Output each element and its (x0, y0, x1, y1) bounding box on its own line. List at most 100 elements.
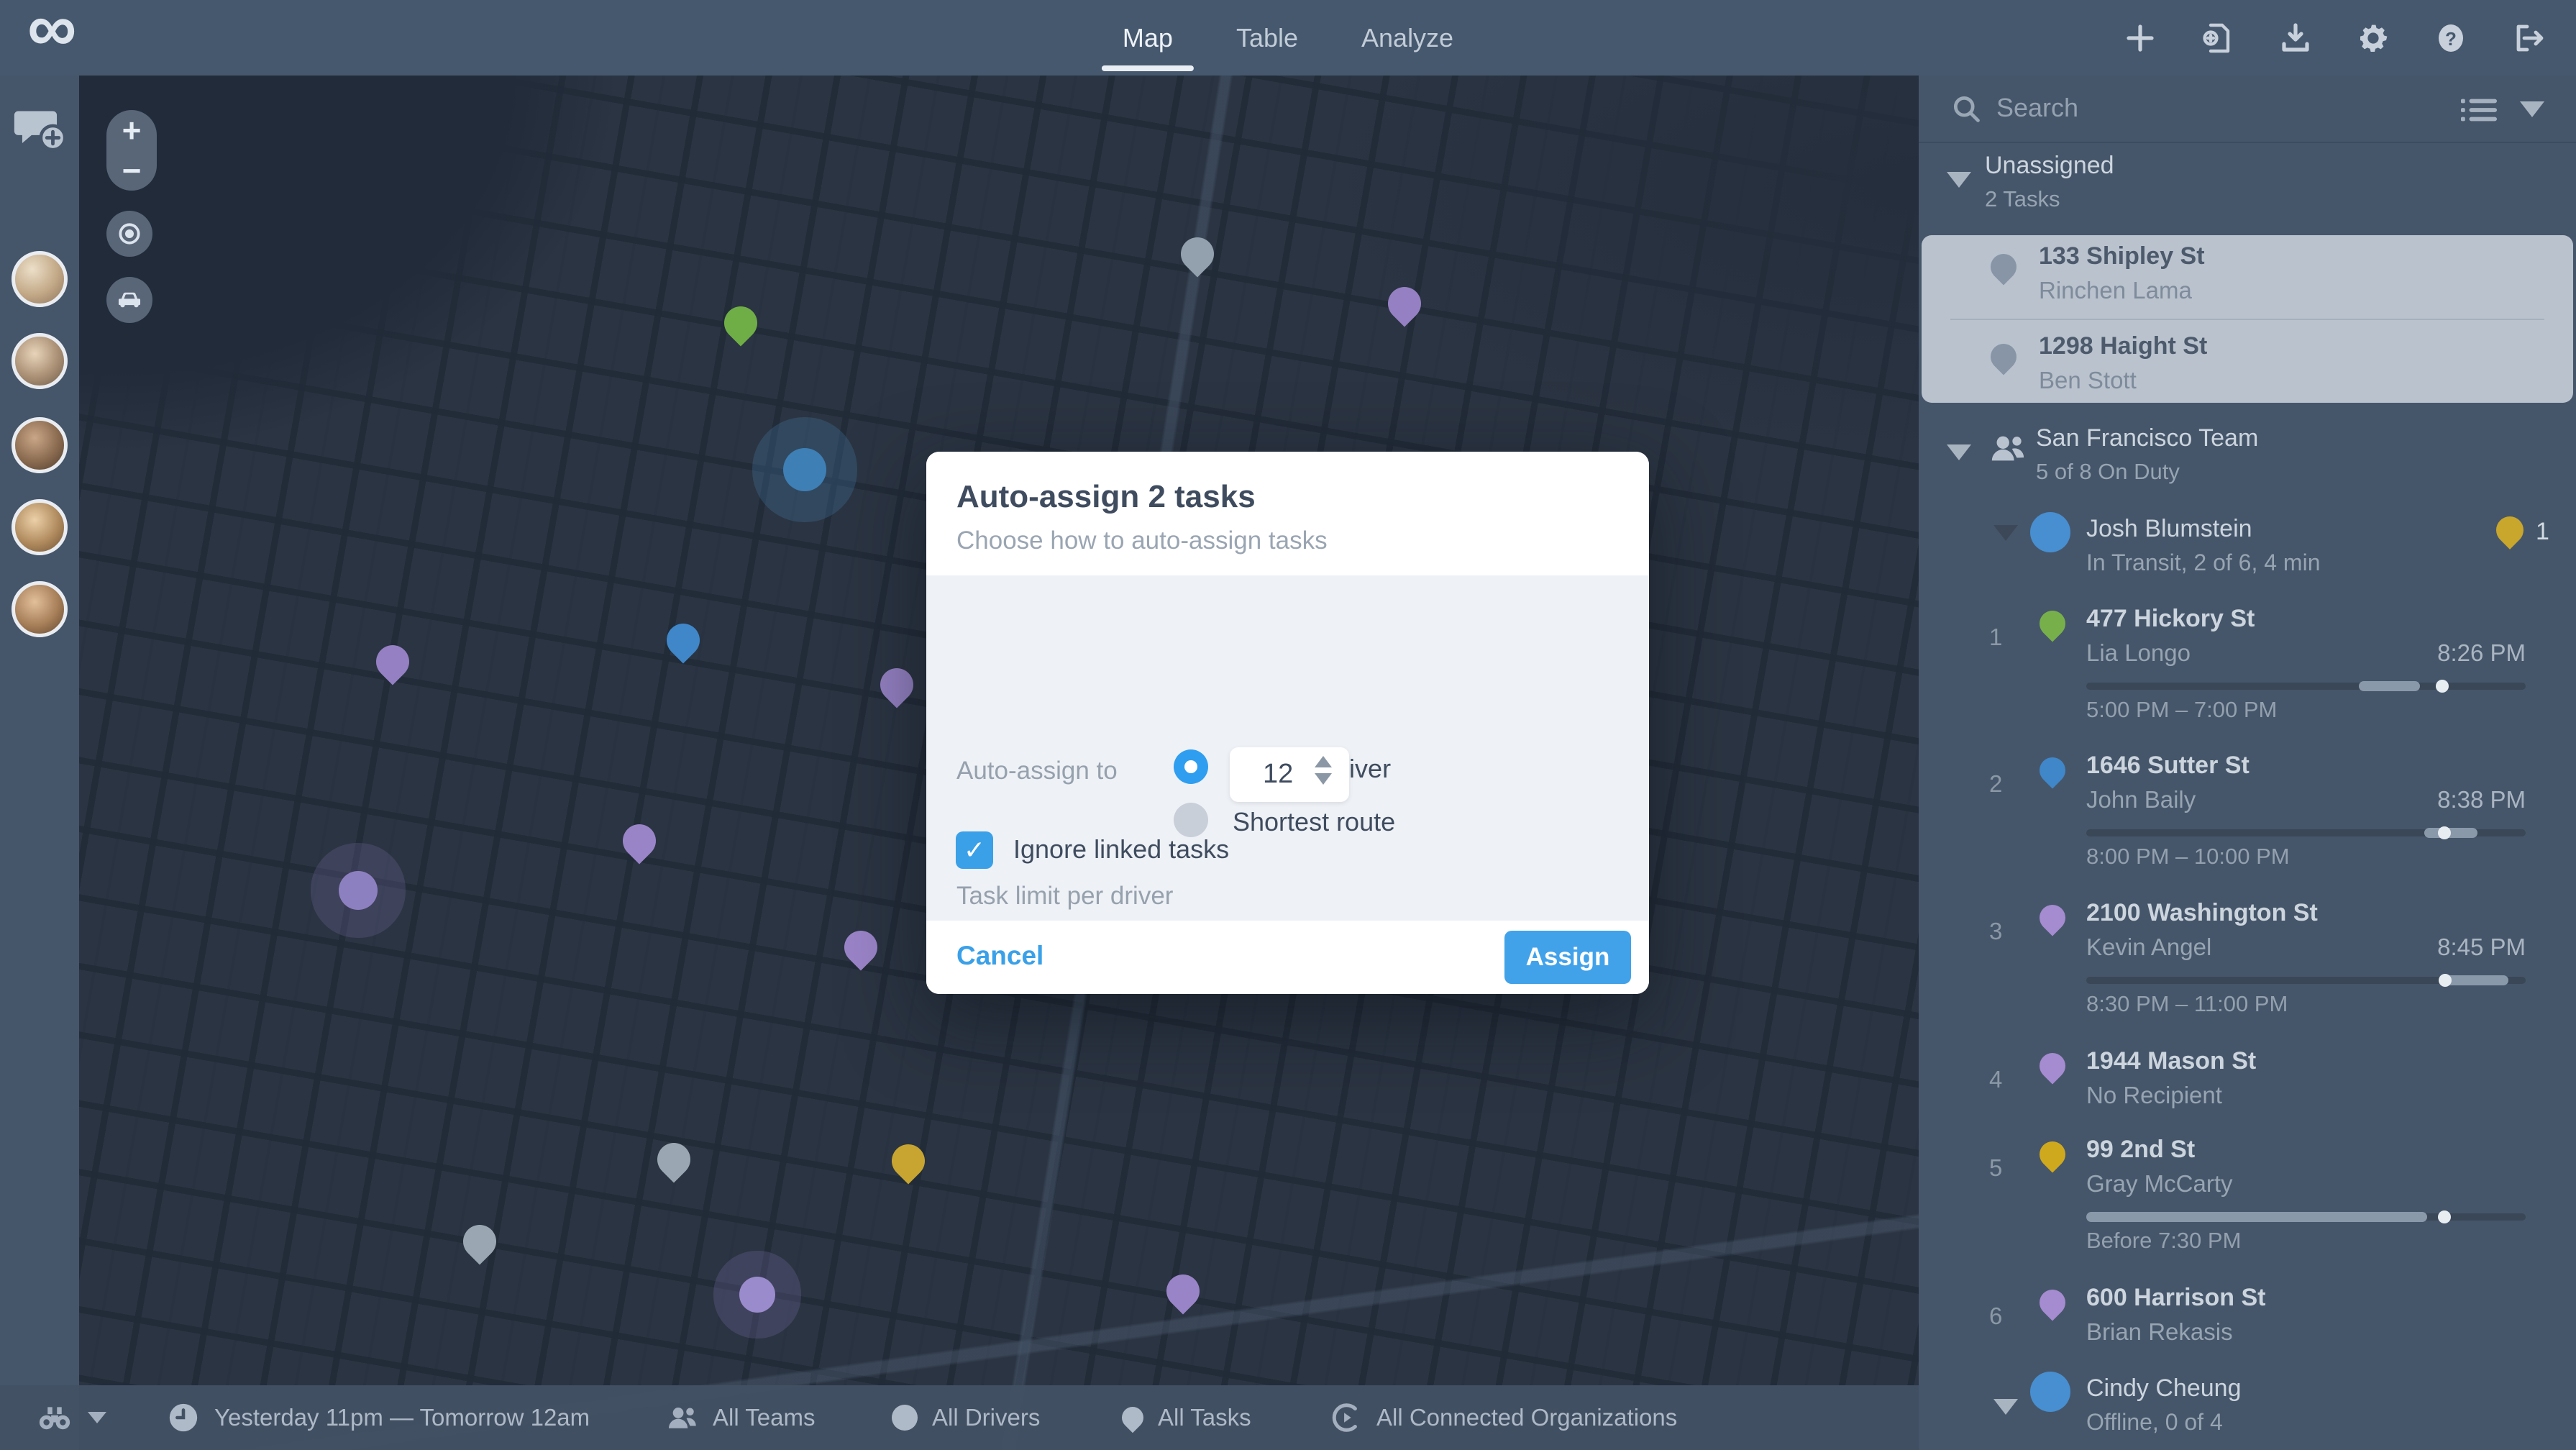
map-task-pin[interactable] (1174, 230, 1221, 278)
vehicle-button[interactable] (106, 277, 152, 323)
task-address[interactable]: 1646 Sutter St (2086, 752, 2250, 780)
ignore-linked-tasks-checkbox[interactable]: ✓ (956, 831, 993, 869)
task-limit-input[interactable]: 12 (1230, 747, 1349, 802)
task-address[interactable]: 1298 Haight St (2039, 332, 2207, 360)
map-task-pin[interactable] (1159, 1267, 1207, 1315)
map-task-pin[interactable] (837, 924, 885, 971)
task-address[interactable]: 2100 Washington St (2086, 899, 2318, 927)
ignore-linked-tasks-label[interactable]: Ignore linked tasks (1013, 834, 1229, 865)
task-pin-icon (2034, 1284, 2071, 1321)
unassigned-collapse-icon[interactable] (1947, 172, 1971, 188)
task-address[interactable]: 133 Shipley St (2039, 242, 2205, 270)
tab-analyze[interactable]: Analyze (1361, 0, 1453, 76)
task-pin-icon (2034, 1047, 2071, 1085)
team-name[interactable]: San Francisco Team (2036, 424, 2258, 452)
task-pin-icon (2034, 1136, 2071, 1173)
map-task-pin[interactable] (616, 817, 663, 865)
user-avatar[interactable] (12, 581, 68, 637)
map-task-pin[interactable] (650, 1136, 698, 1183)
task-address[interactable]: 477 Hickory St (2086, 605, 2255, 633)
driver-status: Offline, 0 of 4 (2086, 1409, 2223, 1435)
download-icon[interactable] (2277, 19, 2314, 57)
timeline-window-segment (2358, 681, 2421, 691)
tasks-filter[interactable]: All Tasks (1117, 1385, 1251, 1450)
selected-unassigned-tasks[interactable]: 133 Shipley St Rinchen Lama 1298 Haight … (1922, 235, 2573, 403)
task-time-window: 8:30 PM – 11:00 PM (2086, 991, 2288, 1016)
stepper-up-icon[interactable] (1315, 756, 1332, 767)
zoom-in-button[interactable]: + (106, 110, 157, 150)
task-row[interactable]: 4 1944 Mason St No Recipient (1919, 1047, 2576, 1126)
task-recipient: Brian Rekasis (2086, 1318, 2233, 1345)
map-task-pin[interactable] (456, 1218, 503, 1265)
settings-gear-icon[interactable] (2355, 19, 2392, 57)
locate-button[interactable] (106, 211, 152, 257)
new-chat-icon[interactable] (13, 107, 67, 153)
unassigned-group-title[interactable]: Unassigned (1985, 152, 2114, 180)
map-task-pin[interactable] (885, 1137, 932, 1185)
search-input[interactable] (1995, 86, 2401, 130)
timeline-window-segment (2442, 975, 2508, 985)
task-recipient: Ben Stott (2039, 367, 2137, 393)
drivers-filter[interactable]: All Drivers (892, 1385, 1040, 1450)
task-timeline[interactable] (2086, 1210, 2526, 1223)
logout-icon[interactable] (2510, 19, 2547, 57)
task-timeline[interactable] (2086, 974, 2526, 987)
teams-filter[interactable]: All Teams (665, 1385, 815, 1450)
map-task-pin[interactable] (1381, 280, 1428, 327)
onfleet-logo-icon[interactable]: ∞ (27, 0, 76, 65)
map-task-pin[interactable] (873, 661, 921, 708)
tab-table[interactable]: Table (1236, 0, 1298, 76)
task-address[interactable]: 600 Harrison St (2086, 1284, 2265, 1312)
user-avatar[interactable] (12, 417, 68, 473)
map-task-pin[interactable] (369, 638, 416, 685)
map-task-pin[interactable] (717, 299, 764, 347)
driver-collapse-icon[interactable] (1993, 525, 2018, 541)
cancel-button[interactable]: Cancel (956, 941, 1043, 971)
import-icon[interactable] (2199, 19, 2237, 57)
driver-name[interactable]: Cindy Cheung (2086, 1374, 2241, 1403)
orgs-filter[interactable]: All Connected Organizations (1329, 1385, 1677, 1450)
user-avatar[interactable] (12, 251, 68, 307)
help-icon[interactable]: ? (2432, 19, 2470, 57)
date-range-label: Yesterday 11pm — Tomorrow 12am (214, 1404, 590, 1431)
driver-status-dot[interactable] (2030, 512, 2070, 552)
task-timeline[interactable] (2086, 826, 2526, 839)
add-icon[interactable] (2121, 19, 2159, 57)
task-address[interactable]: 1944 Mason St (2086, 1047, 2256, 1075)
task-number: 1 (1989, 624, 2003, 650)
sort-chevron-down-icon[interactable] (2520, 101, 2544, 117)
task-timeline[interactable] (2086, 680, 2526, 693)
map-driver-dot[interactable] (339, 871, 378, 910)
lookup-filter[interactable] (36, 1385, 106, 1450)
shortest-route-label[interactable]: Shortest route (1233, 807, 1395, 837)
user-avatar[interactable] (12, 333, 68, 389)
chevron-down-icon (88, 1412, 106, 1423)
task-limit-value[interactable]: 12 (1263, 759, 1293, 790)
closest-driver-radio[interactable] (1174, 749, 1208, 784)
driver-name[interactable]: Josh Blumstein (2086, 515, 2252, 543)
task-eta: 8:38 PM (2437, 786, 2526, 813)
task-row[interactable]: 5 99 2nd St Gray McCarty Before 7:30 PM (1919, 1136, 2576, 1258)
user-avatar[interactable] (12, 499, 68, 555)
task-row[interactable]: 6 600 Harrison St Brian Rekasis (1919, 1284, 2576, 1363)
stepper-down-icon[interactable] (1315, 773, 1332, 785)
zoom-out-button[interactable]: − (106, 150, 157, 191)
list-view-icon[interactable] (2461, 96, 2497, 128)
shortest-route-radio[interactable] (1174, 803, 1208, 837)
map-driver-dot[interactable] (783, 448, 826, 491)
map-driver-dot[interactable] (739, 1277, 775, 1313)
driver-status-dot[interactable] (2030, 1372, 2070, 1412)
task-address[interactable]: 99 2nd St (2086, 1136, 2195, 1164)
task-row[interactable]: 3 2100 Washington St Kevin Angel 8:45 PM… (1919, 899, 2576, 1021)
task-row[interactable]: 2 1646 Sutter St John Baily 8:38 PM 8:00… (1919, 752, 2576, 874)
driver-collapse-icon[interactable] (1993, 1399, 2018, 1415)
pending-task-pin-icon (2490, 511, 2529, 550)
tab-map[interactable]: Map (1101, 0, 1194, 76)
task-row[interactable]: 1 477 Hickory St Lia Longo 8:26 PM 5:00 … (1919, 605, 2576, 727)
date-range-filter[interactable]: Yesterday 11pm — Tomorrow 12am (167, 1385, 590, 1450)
map-task-pin[interactable] (659, 616, 707, 664)
team-collapse-icon[interactable] (1947, 444, 1971, 460)
assign-button[interactable]: Assign (1504, 931, 1631, 984)
onfleet-app: ∞ Map Table Analyze ? + − Yesterday 11pm… (0, 0, 2576, 1450)
team-icon (665, 1403, 698, 1432)
